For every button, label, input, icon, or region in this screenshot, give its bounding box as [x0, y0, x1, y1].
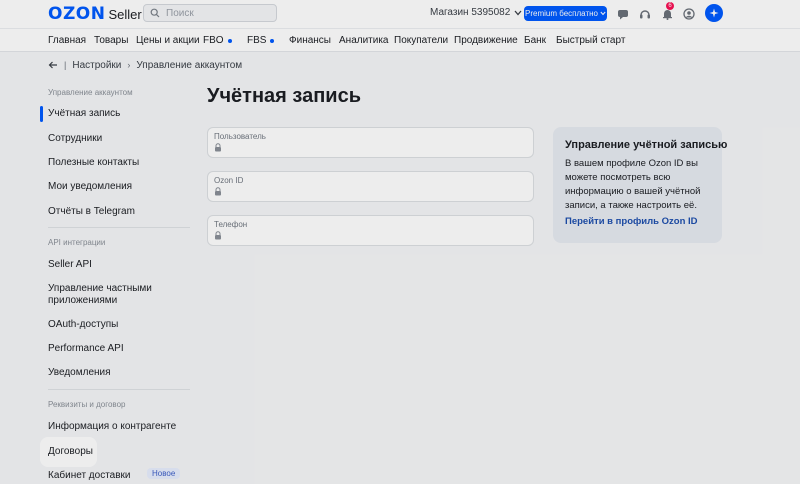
sidebar-item-contacts[interactable]: Полезные контакты — [48, 157, 139, 169]
field-label: Ozon ID — [214, 176, 244, 185]
notification-badge: 6 — [666, 2, 674, 10]
sidebar-item-delivery-cabinet[interactable]: Кабинет доставки — [48, 470, 131, 482]
new-indicator-dot — [227, 38, 232, 43]
user-icon[interactable] — [682, 7, 696, 21]
nav-item-buyers[interactable]: Покупатели — [394, 35, 448, 46]
user-field: Пользователь — [207, 127, 534, 158]
nav-item-prices[interactable]: Цены и акции — [136, 35, 200, 46]
ozon-seller-logo[interactable]: OZON Seller — [48, 4, 142, 24]
breadcrumb: | Настройки › Управление аккаунтом — [48, 58, 242, 72]
sidebar-item-api-notifications[interactable]: Уведомления — [48, 367, 111, 379]
sidebar-section-account: Управление аккаунтом — [48, 88, 133, 97]
sidebar-item-telegram-reports[interactable]: Отчёты в Telegram — [48, 206, 135, 218]
nav-label: FBO — [203, 35, 224, 46]
sidebar-item-counterparty-info[interactable]: Информация о контрагенте — [48, 421, 176, 433]
assistant-icon[interactable] — [705, 4, 723, 22]
main-nav: Главная Товары Цены и акции FBO FBS Фина… — [0, 28, 800, 52]
breadcrumb-settings[interactable]: Настройки — [72, 60, 121, 71]
nav-label: Продвижение — [454, 35, 518, 46]
lock-icon — [215, 143, 221, 152]
lock-icon — [215, 187, 221, 196]
field-label: Пользователь — [214, 132, 266, 141]
sidebar-item-contracts[interactable]: Договоры — [48, 446, 93, 458]
nav-label: FBS — [247, 35, 267, 46]
store-selector[interactable]: Магазин 5395082 — [430, 7, 522, 18]
nav-item-products[interactable]: Товары — [94, 35, 128, 46]
card-description: В вашем профиле Ozon ID вы можете посмот… — [565, 158, 701, 211]
nav-item-fbs[interactable]: FBS — [247, 35, 275, 46]
breadcrumb-separator: | — [64, 60, 67, 70]
nav-item-finance[interactable]: Финансы — [289, 35, 331, 46]
sidebar-item-seller-api[interactable]: Seller API — [48, 259, 92, 271]
card-title: Управление учётной записью — [565, 139, 728, 151]
account-management-card: Управление учётной записью В вашем профи… — [553, 127, 727, 243]
nav-item-promotion[interactable]: Продвижение — [454, 35, 518, 46]
sidebar-divider — [48, 227, 190, 228]
top-header: OZON Seller Магазин 5395082 Premium бесп… — [0, 0, 800, 28]
nav-label: Главная — [48, 35, 87, 46]
sidebar-item-notifications[interactable]: Мои уведомления — [48, 181, 132, 193]
lock-icon — [215, 231, 221, 240]
sidebar-section-requisites: Реквизиты и договор — [48, 400, 126, 409]
sidebar-item-private-apps[interactable]: Управление частными приложениями — [48, 283, 158, 307]
ozon-id-profile-link[interactable]: Перейти в профиль Ozon ID — [565, 216, 698, 227]
sidebar-item-oauth[interactable]: OAuth-доступы — [48, 319, 118, 331]
chevron-down-icon — [514, 10, 522, 15]
nav-label: Аналитика — [339, 35, 389, 46]
premium-label: Premium бесплатно — [525, 9, 598, 18]
sidebar-item-account[interactable]: Учётная запись — [48, 108, 120, 120]
nav-item-bank[interactable]: Банк — [524, 35, 546, 46]
field-label: Телефон — [214, 220, 248, 229]
logo-brand: OZON — [48, 4, 106, 24]
ozon-id-field: Ozon ID — [207, 171, 534, 202]
nav-label: Быстрый старт — [556, 35, 626, 46]
sidebar-section-api: API интеграции — [48, 238, 106, 247]
new-badge: Новое — [147, 468, 181, 479]
back-arrow-icon[interactable] — [48, 61, 58, 69]
nav-item-fbo[interactable]: FBO — [203, 35, 232, 46]
sidebar-item-employees[interactable]: Сотрудники — [48, 133, 102, 145]
store-label: Магазин 5395082 — [430, 7, 511, 18]
nav-label: Банк — [524, 35, 547, 46]
nav-label: Покупатели — [394, 35, 449, 46]
chevron-right-icon: › — [127, 60, 131, 70]
search-input[interactable] — [166, 7, 266, 19]
logo-product: Seller — [108, 7, 142, 22]
premium-button[interactable]: Premium бесплатно — [524, 6, 607, 21]
sidebar-divider — [48, 389, 190, 390]
search-icon — [150, 8, 160, 18]
chat-icon[interactable] — [616, 7, 630, 21]
page-title: Учётная запись — [207, 85, 361, 107]
search-box[interactable] — [143, 4, 277, 22]
phone-field: Телефон — [207, 215, 534, 246]
nav-item-main[interactable]: Главная — [48, 35, 86, 46]
nav-label: Финансы — [289, 35, 331, 46]
nav-label: Товары — [94, 35, 129, 46]
breadcrumb-account-management[interactable]: Управление аккаунтом — [136, 60, 242, 71]
nav-item-quick-start[interactable]: Быстрый старт — [556, 35, 625, 46]
chevron-down-icon — [600, 11, 606, 16]
sidebar-item-performance-api[interactable]: Performance API — [48, 343, 124, 355]
nav-item-analytics[interactable]: Аналитика — [339, 35, 389, 46]
headset-icon[interactable] — [638, 7, 652, 21]
new-indicator-dot — [270, 38, 275, 43]
active-item-indicator — [40, 106, 43, 122]
nav-label: Цены и акции — [136, 35, 200, 46]
